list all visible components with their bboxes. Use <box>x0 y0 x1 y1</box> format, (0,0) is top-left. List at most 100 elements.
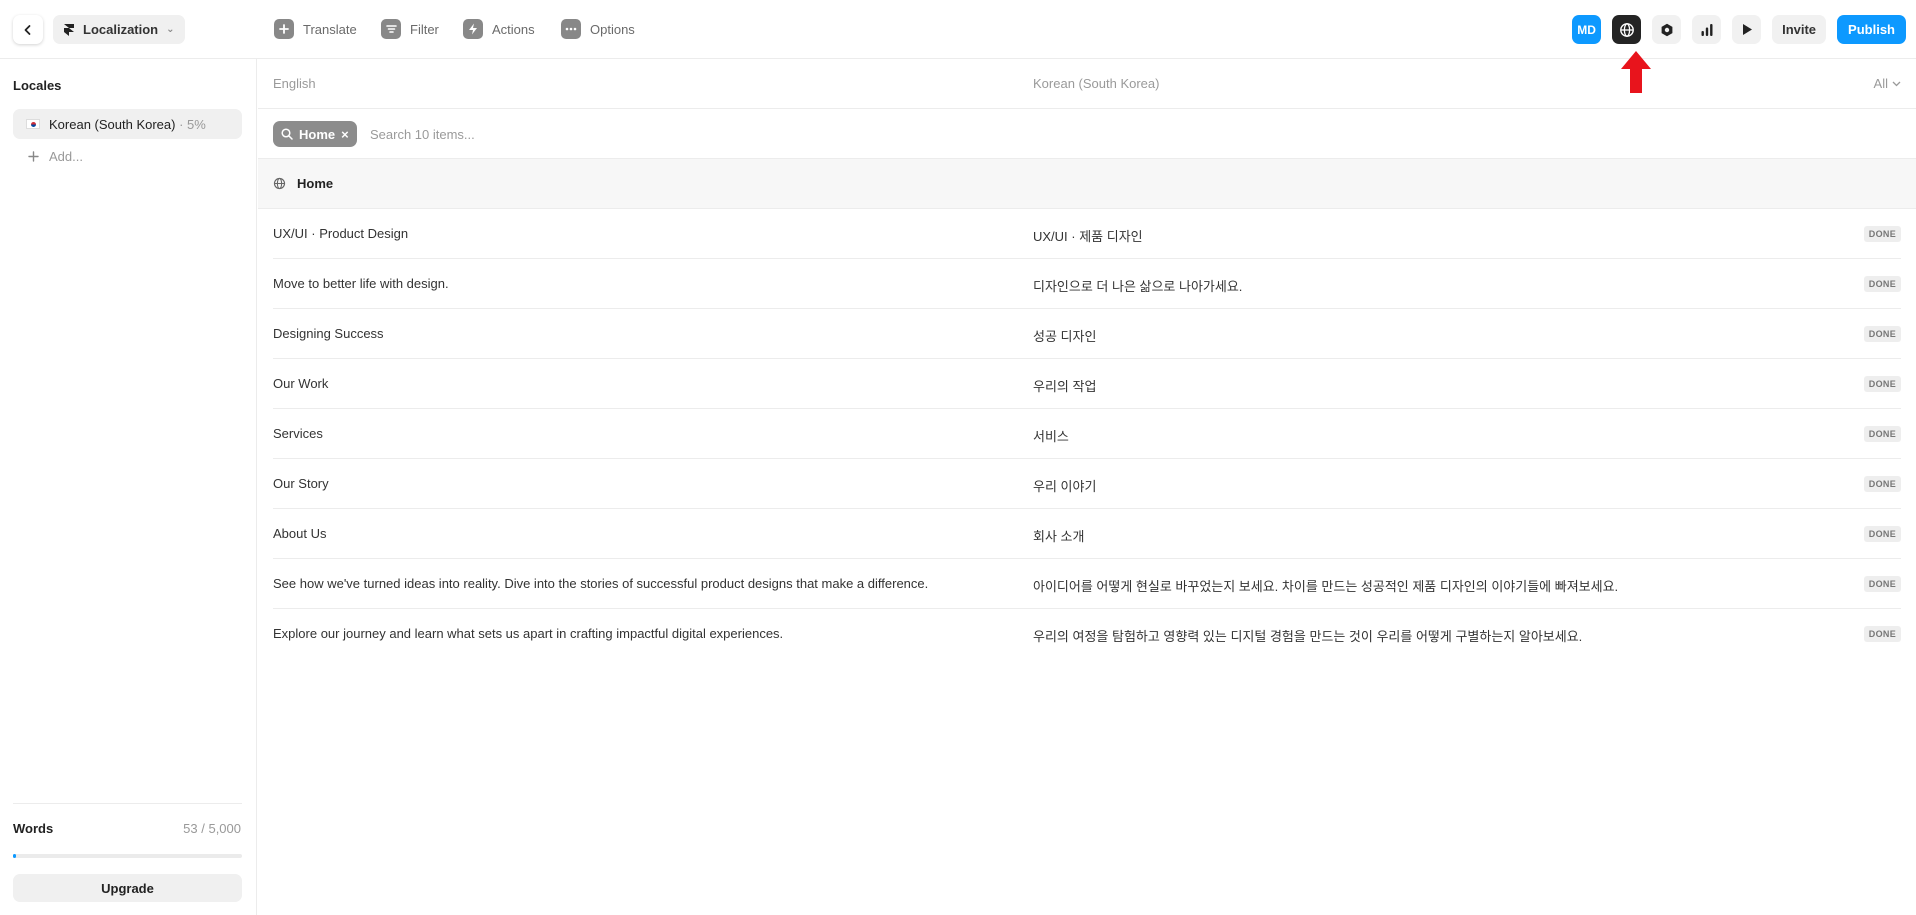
locale-item-korean[interactable]: Korean (South Korea) · 5% <box>13 109 242 139</box>
status-badge: DONE <box>1863 226 1901 242</box>
globe-icon <box>1619 22 1634 37</box>
translation-row[interactable]: See how we've turned ideas into reality.… <box>273 559 1901 609</box>
filter-button[interactable]: Filter <box>381 18 439 40</box>
target-text[interactable]: 서비스 <box>1033 426 1069 445</box>
translate-label: Translate <box>303 21 357 37</box>
bolt-icon <box>463 19 483 39</box>
words-progress-bar <box>13 854 242 858</box>
plus-icon <box>274 19 294 39</box>
status-badge: DONE <box>1863 626 1901 642</box>
project-menu-button[interactable]: Localization ⌄ <box>53 15 185 44</box>
language-header: English Korean (South Korea) All <box>258 59 1916 109</box>
upgrade-button[interactable]: Upgrade <box>13 874 242 902</box>
status-badge: DONE <box>1863 526 1901 542</box>
back-button[interactable] <box>13 15 43 44</box>
search-bar: Home × <box>258 109 1916 159</box>
actions-button[interactable]: Actions <box>463 18 535 40</box>
more-icon <box>561 19 581 39</box>
translation-row[interactable]: UX/UI · Product Design UX/UI · 제품 디자인 DO… <box>273 209 1901 259</box>
avatar-initials: MD <box>1577 22 1596 37</box>
localization-globe-button[interactable] <box>1612 15 1642 44</box>
words-progress-fill <box>13 854 17 858</box>
target-text[interactable]: 우리 이야기 <box>1033 476 1096 495</box>
sidebar-divider <box>13 803 242 804</box>
target-text[interactable]: 아이디어를 어떻게 현실로 바꾸었는지 보세요. 차이를 만드는 성공적인 제품… <box>1033 576 1618 595</box>
filter-chip-label: Home <box>299 126 336 142</box>
source-text: Services <box>273 426 323 441</box>
target-text[interactable]: 회사 소개 <box>1033 526 1084 545</box>
chevron-down-icon: ⌄ <box>166 24 175 35</box>
target-text[interactable]: 성공 디자인 <box>1033 326 1096 345</box>
status-badge: DONE <box>1863 376 1901 392</box>
filter-icon <box>381 19 401 39</box>
korea-flag-icon <box>26 119 40 129</box>
group-header-home[interactable]: Home <box>258 159 1916 209</box>
target-text[interactable]: 우리의 작업 <box>1033 376 1096 395</box>
options-label: Options <box>590 21 635 37</box>
source-text: Move to better life with design. <box>273 276 449 291</box>
translation-row[interactable]: Services 서비스 DONE <box>273 409 1901 459</box>
translation-row[interactable]: About Us 회사 소개 DONE <box>273 509 1901 559</box>
framer-logo-icon <box>64 23 74 36</box>
status-badge: DONE <box>1863 576 1901 592</box>
right-toolbar: MD Invite Publish <box>1572 15 1906 44</box>
source-text: Our Work <box>273 376 329 391</box>
sidebar: Locales Korean (South Korea) · 5% Add...… <box>0 59 257 915</box>
preview-button[interactable] <box>1732 15 1762 44</box>
translation-row[interactable]: Designing Success 성공 디자인 DONE <box>273 309 1901 359</box>
target-text[interactable]: UX/UI · 제품 디자인 <box>1033 226 1143 245</box>
group-name: Home <box>297 176 334 191</box>
words-label: Words <box>13 821 54 836</box>
source-text: About Us <box>273 526 327 541</box>
source-text: UX/UI · Product Design <box>273 226 409 241</box>
locales-heading: Locales <box>13 78 62 93</box>
status-filter-dropdown[interactable]: All <box>1874 76 1901 91</box>
source-text: Our Story <box>273 476 329 491</box>
chevron-left-icon <box>24 24 31 35</box>
source-text: Designing Success <box>273 326 384 341</box>
status-badge: DONE <box>1863 426 1901 442</box>
filter-chip-home[interactable]: Home × <box>273 121 357 147</box>
bar-chart-icon <box>1701 23 1713 36</box>
add-locale-label: Add... <box>49 148 83 164</box>
search-icon <box>281 128 293 140</box>
globe-icon <box>273 177 286 190</box>
translation-row[interactable]: Move to better life with design. 디자인으로 더… <box>273 259 1901 309</box>
play-icon <box>1742 24 1752 35</box>
status-filter-label: All <box>1873 76 1888 91</box>
options-button[interactable]: Options <box>561 18 635 40</box>
site-settings-button[interactable] <box>1652 15 1682 44</box>
chip-close-icon[interactable]: × <box>341 127 349 142</box>
target-language-label: Korean (South Korea) <box>1033 76 1160 91</box>
status-badge: DONE <box>1863 276 1901 292</box>
locale-name: Korean (South Korea) <box>49 116 176 132</box>
actions-label: Actions <box>492 21 535 37</box>
search-input[interactable] <box>370 121 970 147</box>
plus-icon <box>28 150 39 162</box>
translation-row[interactable]: Our Story 우리 이야기 DONE <box>273 459 1901 509</box>
source-text: See how we've turned ideas into reality.… <box>273 576 929 591</box>
invite-button[interactable]: Invite <box>1772 15 1827 44</box>
source-language-label: English <box>273 76 316 91</box>
status-badge: DONE <box>1863 476 1901 492</box>
words-count: 53 / 5,000 <box>183 821 241 836</box>
target-text[interactable]: 디자인으로 더 나은 삶으로 나아가세요. <box>1033 276 1242 295</box>
hexagon-settings-icon <box>1661 23 1672 36</box>
add-locale-button[interactable]: Add... <box>28 144 83 168</box>
top-bar: Localization ⌄ Translate Filter Actions … <box>0 0 1916 93</box>
status-badge: DONE <box>1863 326 1901 342</box>
locale-progress: · 5% <box>179 116 206 132</box>
publish-button[interactable]: Publish <box>1837 15 1906 44</box>
project-name: Localization <box>83 22 159 37</box>
user-avatar[interactable]: MD <box>1572 15 1602 44</box>
chevron-down-icon <box>1892 81 1901 86</box>
filter-label: Filter <box>410 21 439 37</box>
main-panel: English Korean (South Korea) All Home × … <box>258 59 1916 915</box>
translation-row[interactable]: Our Work 우리의 작업 DONE <box>273 359 1901 409</box>
target-text[interactable]: 우리의 여정을 탐험하고 영향력 있는 디지털 경험을 만드는 것이 우리를 어… <box>1033 626 1582 645</box>
translate-button[interactable]: Translate <box>274 18 357 40</box>
translation-list: UX/UI · Product Design UX/UI · 제품 디자인 DO… <box>258 209 1916 659</box>
analytics-button[interactable] <box>1692 15 1722 44</box>
source-text: Explore our journey and learn what sets … <box>273 626 784 641</box>
translation-row[interactable]: Explore our journey and learn what sets … <box>273 609 1901 659</box>
